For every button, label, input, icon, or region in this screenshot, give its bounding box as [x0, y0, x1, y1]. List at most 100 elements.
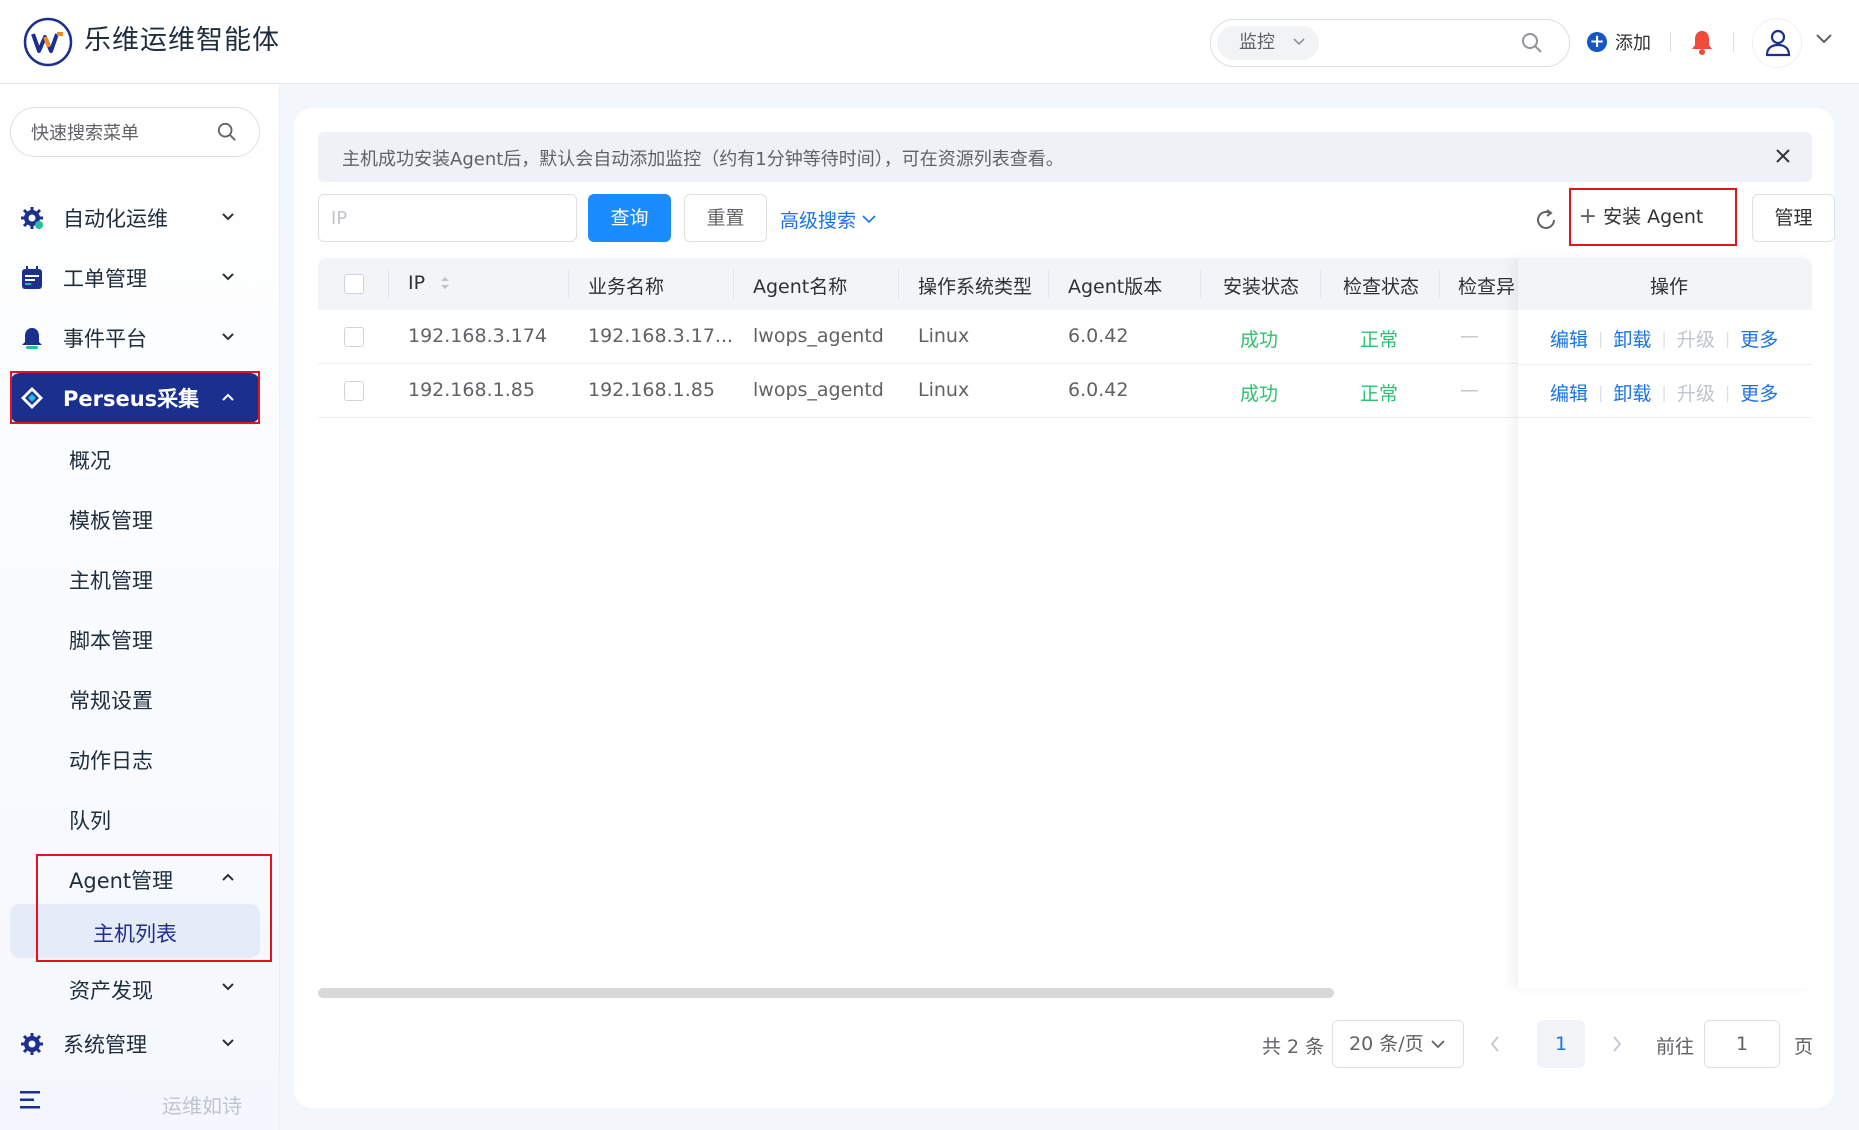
- edit-link[interactable]: 编辑: [1550, 379, 1588, 406]
- sidebar-item-perseus[interactable]: Perseus采集: [10, 373, 260, 423]
- refresh-icon[interactable]: [1534, 208, 1558, 232]
- search-scope-select[interactable]: 监控: [1217, 26, 1319, 60]
- sort-icon[interactable]: [439, 275, 451, 291]
- uninstall-link[interactable]: 卸载: [1613, 325, 1651, 352]
- app-title: 乐维运维智能体: [84, 25, 280, 56]
- ip-search-input[interactable]: [318, 194, 577, 242]
- sidebar-subitem-label: 主机管理: [69, 569, 153, 593]
- cell-check-status: 正常: [1360, 329, 1399, 351]
- user-avatar[interactable]: [1752, 18, 1802, 68]
- bell-icon: [22, 328, 42, 349]
- row-actions: 编辑 | 卸载 | 升级 | 更多: [1550, 379, 1778, 406]
- sidebar-subitem-asset-discovery[interactable]: 资产发现: [10, 963, 260, 1013]
- close-icon[interactable]: [1774, 147, 1792, 165]
- bell-icon[interactable]: [1690, 29, 1714, 55]
- more-link[interactable]: 更多: [1740, 325, 1778, 352]
- chevron-down-icon[interactable]: [1816, 34, 1832, 44]
- row-checkbox[interactable]: [344, 327, 364, 347]
- collapse-menu-icon[interactable]: [20, 1090, 44, 1110]
- query-button[interactable]: 查询: [588, 194, 671, 242]
- sidebar-item-label: 事件平台: [63, 327, 147, 351]
- sidebar-subitem-queue[interactable]: 队列: [10, 793, 260, 843]
- goto-page-input[interactable]: [1704, 1020, 1780, 1068]
- menu-search[interactable]: [10, 107, 260, 157]
- column-divider: [898, 270, 899, 298]
- column-header-check-error: 检查异: [1458, 276, 1516, 298]
- cell-check-status: 正常: [1360, 383, 1399, 405]
- page-size-select[interactable]: 20 条/页: [1332, 1020, 1464, 1068]
- sidebar-subitem-hosts[interactable]: 主机管理: [10, 553, 260, 603]
- sidebar-subitem-overview[interactable]: 概况: [10, 433, 260, 483]
- column-header-operations: 操作: [1650, 276, 1689, 298]
- search-scope-label: 监控: [1239, 32, 1275, 53]
- chevron-down-icon: [1293, 38, 1305, 46]
- cell-ip: 192.168.1.85: [408, 379, 535, 401]
- global-search[interactable]: 监控: [1210, 19, 1570, 67]
- sidebar-subitem-action-log[interactable]: 动作日志: [10, 733, 260, 783]
- column-header-agent: Agent名称: [753, 276, 848, 298]
- sidebar-subitem-label: 脚本管理: [69, 629, 153, 653]
- sidebar-item-system[interactable]: 系统管理: [10, 1019, 260, 1069]
- sidebar-subitem-agent-management[interactable]: Agent管理: [10, 853, 260, 903]
- select-all-checkbox[interactable]: [344, 274, 364, 294]
- menu-search-input[interactable]: [31, 120, 211, 146]
- sidebar-subitem-label: 主机列表: [93, 922, 177, 946]
- chevron-left-icon[interactable]: [1490, 1035, 1500, 1053]
- chevron-up-icon: [222, 873, 234, 881]
- install-agent-label: 安装 Agent: [1603, 206, 1704, 228]
- column-header-ip[interactable]: IP: [408, 272, 451, 294]
- column-divider: [568, 270, 569, 298]
- cell-agent-name: lwops_agentd: [753, 379, 884, 401]
- cell-os: Linux: [918, 325, 970, 347]
- reset-button[interactable]: 重置: [684, 194, 767, 242]
- sidebar-subitem-scripts[interactable]: 脚本管理: [10, 613, 260, 663]
- edit-link[interactable]: 编辑: [1550, 325, 1588, 352]
- cell-version: 6.0.42: [1068, 325, 1129, 347]
- sidebar-item-tickets[interactable]: 工单管理: [10, 253, 260, 303]
- chevron-down-icon: [862, 215, 876, 224]
- sidebar-subitem-label: 队列: [69, 809, 111, 833]
- column-divider: [1320, 270, 1321, 298]
- diamond-icon: [21, 387, 43, 409]
- uninstall-link[interactable]: 卸载: [1613, 379, 1651, 406]
- chevron-right-icon[interactable]: [1612, 1035, 1622, 1053]
- row-checkbox[interactable]: [344, 381, 364, 401]
- sidebar-subitem-settings[interactable]: 常规设置: [10, 673, 260, 723]
- gear-icon: [21, 1033, 43, 1055]
- horizontal-scrollbar[interactable]: [318, 988, 1334, 998]
- sidebar-item-label: 自动化运维: [63, 207, 168, 231]
- chevron-down-icon: [222, 273, 234, 281]
- search-icon[interactable]: [1521, 32, 1543, 54]
- more-link[interactable]: 更多: [1740, 379, 1778, 406]
- page-number-current[interactable]: 1: [1537, 1020, 1585, 1068]
- manage-button[interactable]: 管理: [1752, 194, 1835, 242]
- action-divider: |: [1661, 383, 1667, 402]
- sidebar-subitem-host-list[interactable]: 主机列表: [10, 904, 260, 958]
- action-divider: |: [1598, 329, 1604, 348]
- column-header-version: Agent版本: [1068, 276, 1163, 298]
- chevron-down-icon: [222, 983, 234, 991]
- chevron-down-icon: [1431, 1040, 1445, 1049]
- cell-biz-name: 192.168.3.17...: [588, 325, 734, 347]
- sidebar-subitem-templates[interactable]: 模板管理: [10, 493, 260, 543]
- sidebar-footer-slogan: 运维如诗: [162, 1094, 242, 1118]
- sidebar-subitem-label: 动作日志: [69, 749, 153, 773]
- sidebar-subitem-label: 常规设置: [69, 689, 153, 713]
- column-header-check-status: 检查状态: [1343, 276, 1420, 298]
- column-divider: [1048, 270, 1049, 298]
- install-agent-button[interactable]: + 安装 Agent: [1572, 194, 1710, 242]
- advanced-search-toggle[interactable]: 高级搜索: [780, 206, 876, 233]
- column-header-biz: 业务名称: [588, 276, 665, 298]
- sidebar-subitem-label: 概况: [69, 449, 111, 473]
- upgrade-link[interactable]: 升级: [1677, 379, 1715, 406]
- sidebar-item-automation[interactable]: 自动化运维: [10, 193, 260, 243]
- add-button[interactable]: + 添加: [1587, 28, 1651, 56]
- search-icon[interactable]: [217, 122, 237, 142]
- action-divider: |: [1661, 329, 1667, 348]
- column-divider: [733, 270, 734, 298]
- sidebar-item-events[interactable]: 事件平台: [10, 313, 260, 363]
- gear-icon: [21, 207, 43, 229]
- logo-icon[interactable]: [23, 17, 73, 67]
- main-content: 主机成功安装Agent后，默认会自动添加监控（约有1分钟等待时间），可在资源列表…: [294, 108, 1835, 1108]
- upgrade-link[interactable]: 升级: [1677, 325, 1715, 352]
